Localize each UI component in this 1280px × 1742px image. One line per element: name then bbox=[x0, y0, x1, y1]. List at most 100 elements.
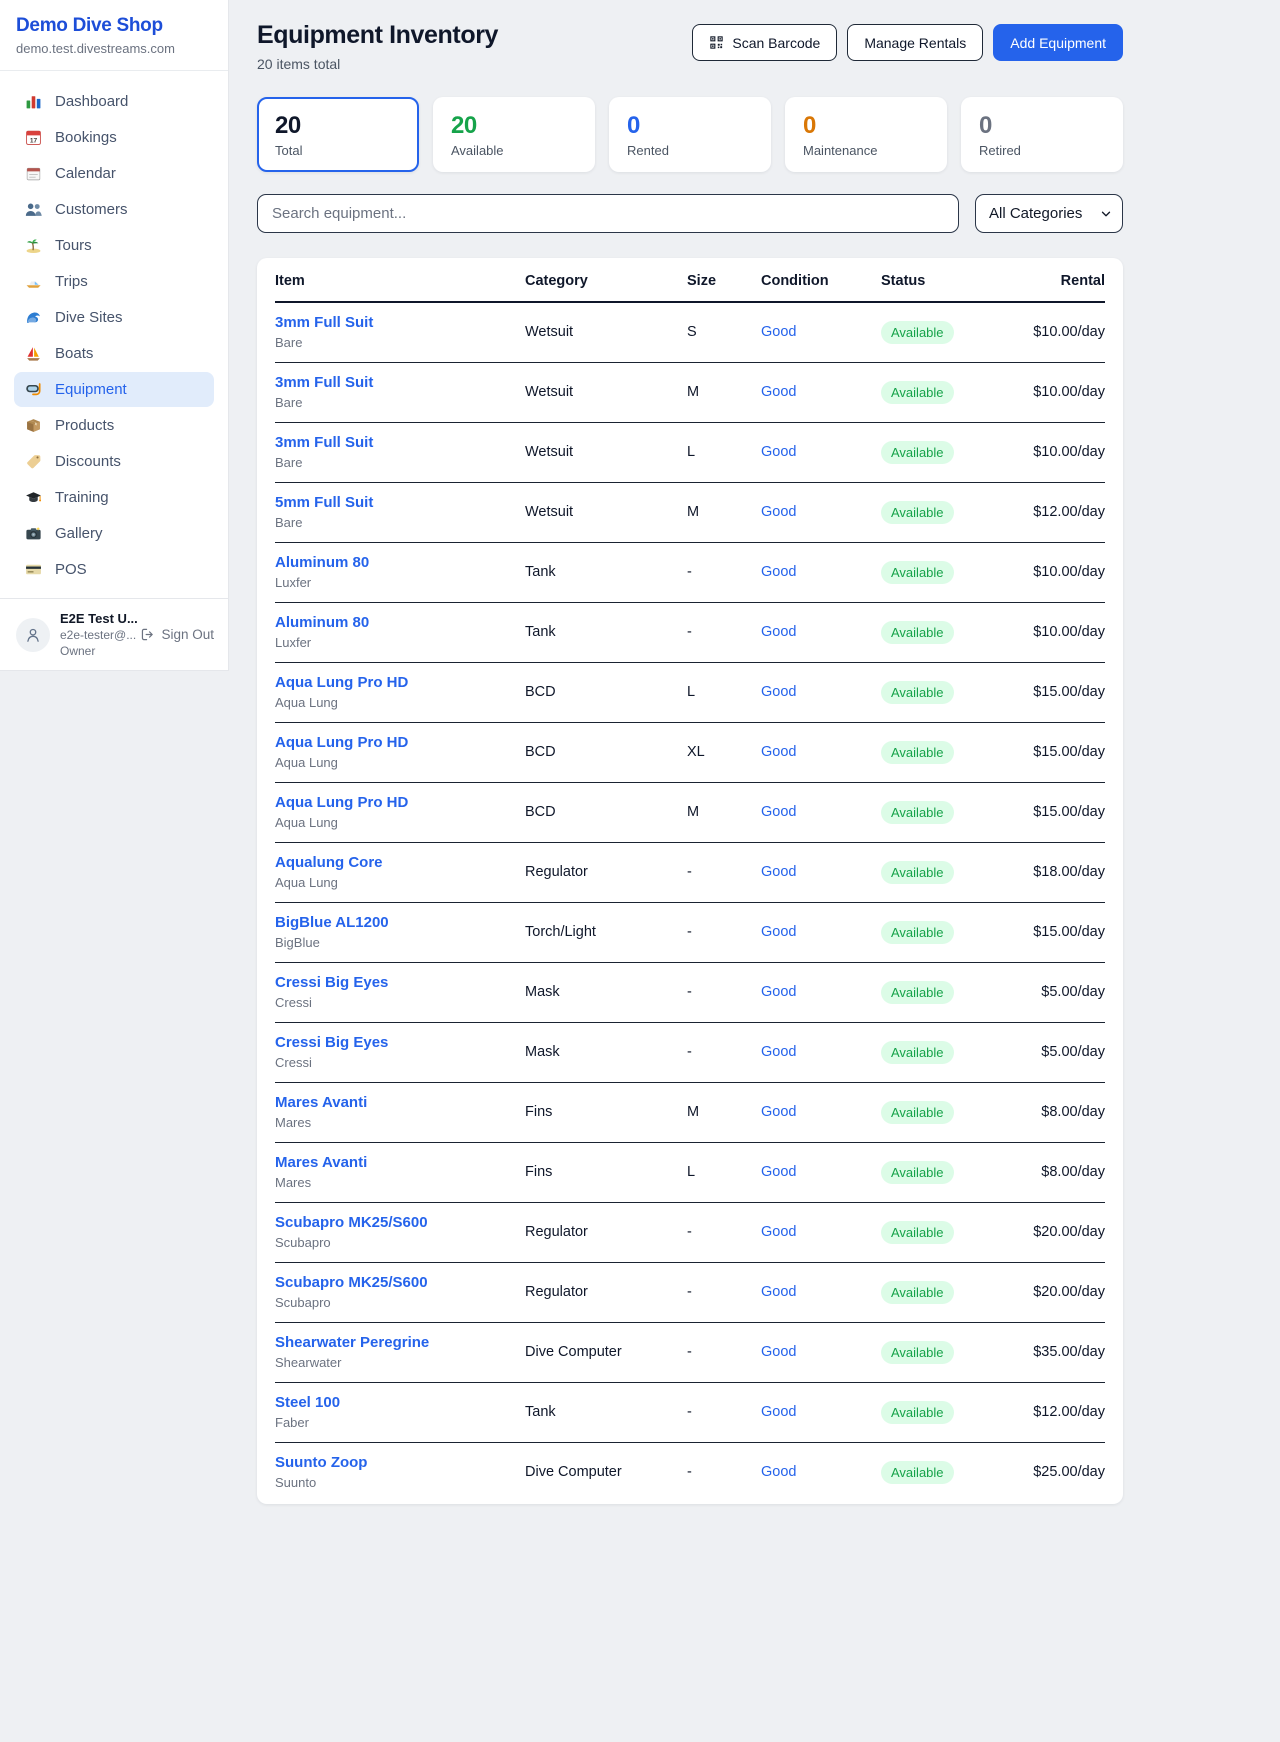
condition-link[interactable]: Good bbox=[761, 804, 796, 820]
item-link[interactable]: Cressi Big Eyes bbox=[275, 974, 525, 991]
sidebar-item-dive-sites[interactable]: Dive Sites bbox=[14, 300, 214, 335]
condition-link[interactable]: Good bbox=[761, 384, 796, 400]
item-link[interactable]: Scubapro MK25/S600 bbox=[275, 1274, 525, 1291]
condition-link[interactable]: Good bbox=[761, 1284, 796, 1300]
category-cell: BCD bbox=[525, 663, 687, 723]
sidebar-item-gallery[interactable]: Gallery bbox=[14, 516, 214, 551]
item-link[interactable]: Aluminum 80 bbox=[275, 554, 525, 571]
sidebar-item-products[interactable]: Products bbox=[14, 408, 214, 443]
sign-out-button[interactable]: Sign Out bbox=[140, 627, 214, 642]
category-cell: Regulator bbox=[525, 843, 687, 903]
category-cell: Wetsuit bbox=[525, 423, 687, 483]
condition-link[interactable]: Good bbox=[761, 984, 796, 1000]
condition-link[interactable]: Good bbox=[761, 1344, 796, 1360]
sidebar-item-tours[interactable]: Tours bbox=[14, 228, 214, 263]
table-row: 5mm Full Suit Bare Wetsuit M Good Availa… bbox=[275, 483, 1105, 543]
size-cell: XL bbox=[687, 723, 761, 783]
item-link[interactable]: Mares Avanti bbox=[275, 1154, 525, 1171]
sidebar-item-calendar[interactable]: Calendar bbox=[14, 156, 214, 191]
item-brand: Cressi bbox=[275, 995, 525, 1010]
item-link[interactable]: Mares Avanti bbox=[275, 1094, 525, 1111]
sidebar-item-customers[interactable]: Customers bbox=[14, 192, 214, 227]
status-badge: Available bbox=[881, 741, 954, 764]
category-select[interactable]: All Categories bbox=[975, 194, 1123, 233]
stat-label: Total bbox=[275, 143, 401, 158]
sidebar-item-training[interactable]: Training bbox=[14, 480, 214, 515]
status-badge: Available bbox=[881, 1401, 954, 1424]
condition-link[interactable]: Good bbox=[761, 924, 796, 940]
condition-link[interactable]: Good bbox=[761, 1044, 796, 1060]
sidebar-item-equipment[interactable]: Equipment bbox=[14, 372, 214, 407]
column-header: Condition bbox=[761, 258, 881, 302]
condition-link[interactable]: Good bbox=[761, 324, 796, 340]
item-link[interactable]: Scubapro MK25/S600 bbox=[275, 1214, 525, 1231]
sidebar-header: Demo Dive Shop demo.test.divestreams.com bbox=[0, 0, 228, 71]
rental-cell: $15.00/day bbox=[1021, 903, 1105, 963]
condition-link[interactable]: Good bbox=[761, 444, 796, 460]
condition-link[interactable]: Good bbox=[761, 1464, 796, 1480]
condition-link[interactable]: Good bbox=[761, 1224, 796, 1240]
item-link[interactable]: Suunto Zoop bbox=[275, 1454, 525, 1471]
stat-card-available[interactable]: 20 Available bbox=[433, 97, 595, 172]
item-link[interactable]: Aqualung Core bbox=[275, 854, 525, 871]
scan-barcode-button[interactable]: Scan Barcode bbox=[692, 24, 837, 61]
item-link[interactable]: 3mm Full Suit bbox=[275, 314, 525, 331]
add-equipment-button[interactable]: Add Equipment bbox=[993, 24, 1123, 61]
category-cell: BCD bbox=[525, 723, 687, 783]
item-link[interactable]: Aluminum 80 bbox=[275, 614, 525, 631]
table-row: Aqua Lung Pro HD Aqua Lung BCD XL Good A… bbox=[275, 723, 1105, 783]
stat-card-rented[interactable]: 0 Rented bbox=[609, 97, 771, 172]
item-link[interactable]: 3mm Full Suit bbox=[275, 374, 525, 391]
condition-link[interactable]: Good bbox=[761, 624, 796, 640]
stat-card-total[interactable]: 20 Total bbox=[257, 97, 419, 172]
rental-cell: $20.00/day bbox=[1021, 1203, 1105, 1263]
page: Demo Dive Shop demo.test.divestreams.com… bbox=[0, 0, 1280, 1536]
stat-value: 0 bbox=[979, 112, 1105, 140]
item-link[interactable]: BigBlue AL1200 bbox=[275, 914, 525, 931]
condition-link[interactable]: Good bbox=[761, 504, 796, 520]
condition-link[interactable]: Good bbox=[761, 744, 796, 760]
sidebar-item-boats[interactable]: Boats bbox=[14, 336, 214, 371]
sidebar-item-dashboard[interactable]: Dashboard bbox=[14, 84, 214, 119]
item-link[interactable]: Aqua Lung Pro HD bbox=[275, 734, 525, 751]
rental-cell: $15.00/day bbox=[1021, 783, 1105, 843]
item-link[interactable]: Cressi Big Eyes bbox=[275, 1034, 525, 1051]
item-link[interactable]: 5mm Full Suit bbox=[275, 494, 525, 511]
table-row: Aqua Lung Pro HD Aqua Lung BCD L Good Av… bbox=[275, 663, 1105, 723]
rental-cell: $12.00/day bbox=[1021, 1383, 1105, 1443]
user-name: E2E Test U... bbox=[60, 611, 130, 626]
manage-rentals-button[interactable]: Manage Rentals bbox=[847, 24, 983, 61]
item-link[interactable]: Steel 100 bbox=[275, 1394, 525, 1411]
condition-link[interactable]: Good bbox=[761, 1164, 796, 1180]
status-badge: Available bbox=[881, 1041, 954, 1064]
stat-card-maintenance[interactable]: 0 Maintenance bbox=[785, 97, 947, 172]
category-cell: Wetsuit bbox=[525, 483, 687, 543]
item-link[interactable]: Aqua Lung Pro HD bbox=[275, 674, 525, 691]
condition-link[interactable]: Good bbox=[761, 684, 796, 700]
sidebar-item-label: POS bbox=[55, 561, 87, 578]
search-input[interactable] bbox=[257, 194, 959, 233]
sidebar-item-trips[interactable]: Trips bbox=[14, 264, 214, 299]
column-header: Size bbox=[687, 258, 761, 302]
condition-link[interactable]: Good bbox=[761, 564, 796, 580]
add-equipment-label: Add Equipment bbox=[1010, 35, 1106, 51]
item-link[interactable]: Aqua Lung Pro HD bbox=[275, 794, 525, 811]
sidebar-item-discounts[interactable]: Discounts bbox=[14, 444, 214, 479]
sidebar-item-bookings[interactable]: Bookings bbox=[14, 120, 214, 155]
shop-name-link[interactable]: Demo Dive Shop bbox=[16, 15, 212, 37]
table-row: 3mm Full Suit Bare Wetsuit M Good Availa… bbox=[275, 363, 1105, 423]
table-row: 3mm Full Suit Bare Wetsuit S Good Availa… bbox=[275, 302, 1105, 363]
status-badge: Available bbox=[881, 1101, 954, 1124]
category-cell: Torch/Light bbox=[525, 903, 687, 963]
size-cell: - bbox=[687, 1383, 761, 1443]
item-brand: Scubapro bbox=[275, 1235, 525, 1250]
equipment-table: Item Category Size Condition Status Rent… bbox=[275, 258, 1105, 1502]
condition-link[interactable]: Good bbox=[761, 864, 796, 880]
condition-link[interactable]: Good bbox=[761, 1104, 796, 1120]
item-link[interactable]: 3mm Full Suit bbox=[275, 434, 525, 451]
condition-link[interactable]: Good bbox=[761, 1404, 796, 1420]
item-link[interactable]: Shearwater Peregrine bbox=[275, 1334, 525, 1351]
category-select-wrap: All Categories bbox=[975, 194, 1123, 233]
sidebar-item-pos[interactable]: POS bbox=[14, 552, 214, 587]
stat-card-retired[interactable]: 0 Retired bbox=[961, 97, 1123, 172]
